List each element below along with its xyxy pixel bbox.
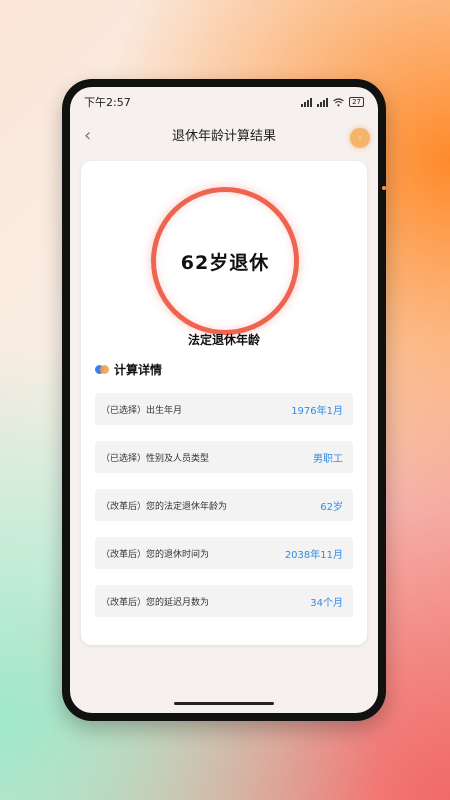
status-icons: 27 xyxy=(301,97,364,107)
signal-icon xyxy=(301,97,313,107)
wifi-icon xyxy=(333,97,344,106)
detail-value: 34个月 xyxy=(310,597,343,609)
signal-icon xyxy=(317,97,329,107)
battery-icon: 27 xyxy=(349,97,364,107)
app-screen: 下午2:57 27 ‹ 退休年龄计算结果 62岁退休 法定退休年龄 计算详情 （… xyxy=(70,87,378,713)
back-chevron-icon[interactable]: ‹ xyxy=(84,125,91,146)
details-title: 计算详情 xyxy=(114,363,163,377)
detail-value: 男职工 xyxy=(313,453,343,465)
home-indicator[interactable] xyxy=(174,702,274,705)
result-card: 62岁退休 法定退休年龄 计算详情 （已选择）出生年月 1976年1月 （已选择… xyxy=(81,161,367,645)
dots-icon xyxy=(95,365,109,374)
detail-label: （改革后）您的退休时间为 xyxy=(101,549,210,560)
floating-button[interactable]: ◦ xyxy=(350,128,370,148)
legal-retirement-label: 法定退休年龄 xyxy=(187,333,260,347)
page-title: 退休年龄计算结果 xyxy=(171,128,276,144)
result-ring: 62岁退休 xyxy=(151,187,299,335)
nav-bar: ‹ 退休年龄计算结果 xyxy=(70,117,378,151)
detail-row-legal-age: （改革后）您的法定退休年龄为 62岁 xyxy=(95,489,353,521)
retirement-age-text: 62岁退休 xyxy=(180,251,270,274)
status-time: 下午2:57 xyxy=(84,96,131,109)
status-bar: 下午2:57 27 xyxy=(84,93,364,111)
detail-label: （改革后）您的法定退休年龄为 xyxy=(101,501,228,512)
detail-label: （改革后）您的延迟月数为 xyxy=(101,597,210,608)
detail-row-delay-months: （改革后）您的延迟月数为 34个月 xyxy=(95,585,353,617)
detail-value: 2038年11月 xyxy=(284,549,343,561)
detail-row-gender: （已选择）性别及人员类型 男职工 xyxy=(95,441,353,473)
phone-frame: 下午2:57 27 ‹ 退休年龄计算结果 62岁退休 法定退休年龄 计算详情 （… xyxy=(62,79,386,721)
detail-value: 1976年1月 xyxy=(291,405,343,417)
details-list: （已选择）出生年月 1976年1月 （已选择）性别及人员类型 男职工 （改革后）… xyxy=(95,393,353,633)
detail-row-birth: （已选择）出生年月 1976年1月 xyxy=(95,393,353,425)
decorative-dot xyxy=(382,186,386,190)
detail-label: （已选择）性别及人员类型 xyxy=(101,453,210,464)
detail-value: 62岁 xyxy=(320,501,343,513)
details-heading: 计算详情 xyxy=(95,361,162,378)
detail-row-retire-time: （改革后）您的退休时间为 2038年11月 xyxy=(95,537,353,569)
detail-label: （已选择）出生年月 xyxy=(101,405,183,416)
